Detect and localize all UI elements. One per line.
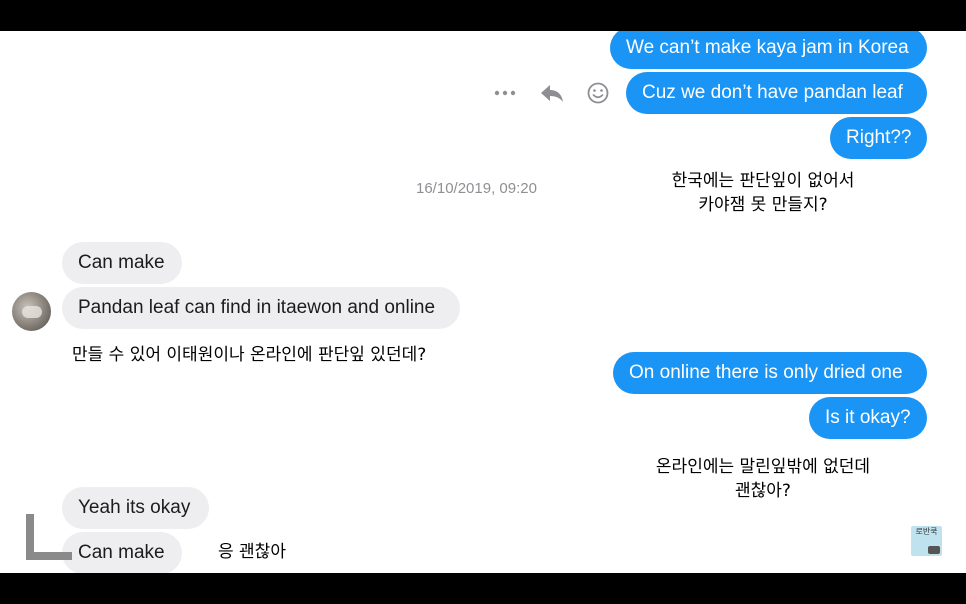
incoming-message[interactable]: Can make xyxy=(62,242,182,284)
subtitle-caption: 응 괜찮아 xyxy=(218,542,286,562)
incoming-message[interactable]: Pandan leaf can find in itaewon and onli… xyxy=(62,287,460,329)
subtitle-caption: 온라인에는 말린잎밖에 없던데 괜찮아? xyxy=(640,455,886,503)
incoming-message[interactable]: Can make xyxy=(62,532,182,573)
outgoing-message[interactable]: Cuz we don’t have pandan leaf xyxy=(626,72,927,114)
subtitle-line: 괜찮아? xyxy=(735,481,791,501)
subtitle-caption: 만들 수 있어 이태원이나 온라인에 판단잎 있던데? xyxy=(72,345,427,365)
outgoing-message[interactable]: We can’t make kaya jam in Korea xyxy=(610,31,927,69)
outgoing-message[interactable]: Right?? xyxy=(830,117,927,159)
subtitle-line: 온라인에는 말린잎밖에 없던데 xyxy=(655,457,871,477)
chat-screen: We can’t make kaya jam in Korea Cuz we d… xyxy=(0,31,966,573)
message-timestamp: 16/10/2019, 09:20 xyxy=(416,180,537,197)
subtitle-caption: 한국에는 판단잎이 없어서 카야잼 못 만들지? xyxy=(640,169,886,217)
subtitle-line: 한국에는 판단잎이 없어서 xyxy=(671,171,855,191)
bracket-horizontal xyxy=(26,552,72,560)
contact-avatar[interactable] xyxy=(12,292,51,331)
watermark-label: 로반쿡 xyxy=(915,527,938,536)
avatar-photo-detail xyxy=(22,306,42,318)
play-icon xyxy=(928,546,940,554)
outgoing-message[interactable]: Is it okay? xyxy=(809,397,927,439)
more-dots-icon[interactable] xyxy=(494,86,516,100)
channel-watermark: 로반쿡 xyxy=(911,526,942,556)
outgoing-message[interactable]: On online there is only dried one xyxy=(613,352,927,394)
reply-arrow-icon[interactable] xyxy=(540,83,564,103)
incoming-message[interactable]: Yeah its okay xyxy=(62,487,209,529)
smiley-icon[interactable] xyxy=(587,82,609,104)
corner-bracket-mark xyxy=(26,514,72,560)
subtitle-line: 카야잼 못 만들지? xyxy=(698,195,828,215)
